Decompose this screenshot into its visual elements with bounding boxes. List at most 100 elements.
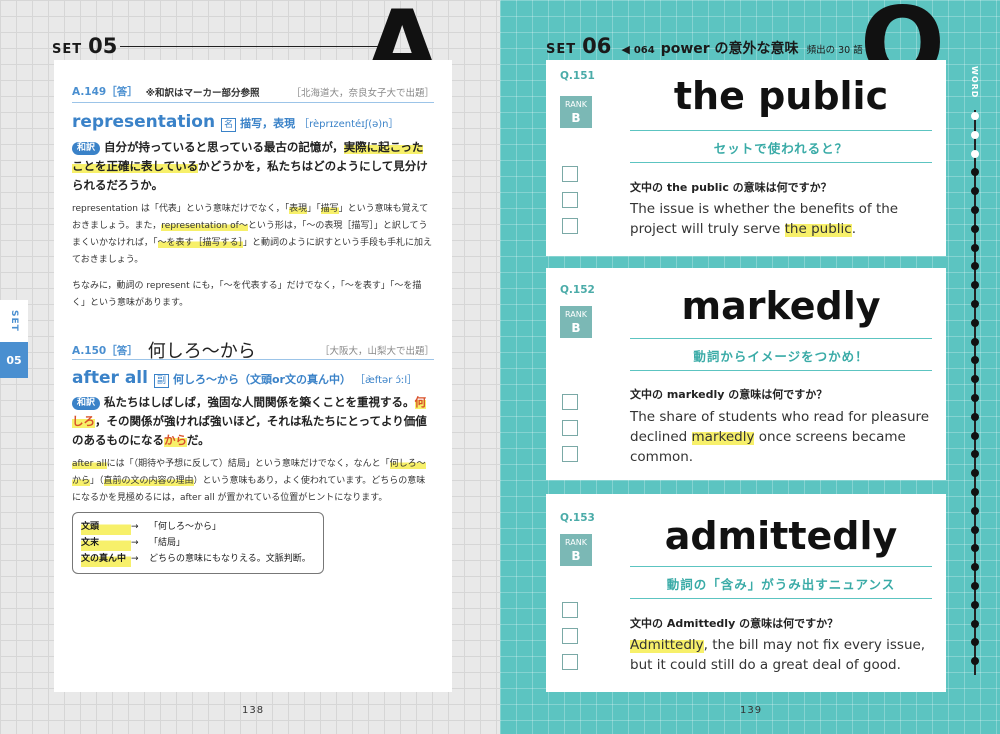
section-title: power の意外な意味 <box>660 41 799 57</box>
check-box[interactable] <box>562 602 578 618</box>
position-table: 文頭 → 「何しろ～から」 文末 → 「結局」 文の真ん中 → どちらの意味にもなりえる。文… <box>72 512 324 574</box>
progress-dot <box>971 112 979 120</box>
part-of-speech: 副 <box>153 374 169 388</box>
question-hint: 動詞からイメージをつかめ！ <box>693 349 869 364</box>
divider <box>630 338 932 339</box>
translation: 和訳 私たちはしばしば，強固な人間関係を築くことを重視する。何しろ，その関係が強け… <box>72 395 427 447</box>
progress-dot <box>971 488 979 496</box>
divider <box>630 370 932 371</box>
rank-badge: RANK B <box>560 306 592 338</box>
question-sentence: Admittedly, the bill may not fix every i… <box>630 637 926 673</box>
headword: after all <box>72 368 148 388</box>
translation-badge: 和訳 <box>72 142 101 155</box>
answer-label: A.150［答］ <box>72 344 138 357</box>
question-number: Q.153 <box>560 512 595 524</box>
question-card: Q.153 RANK B admittedly 動詞の「含み」がうみ出すニュアンス… <box>546 494 946 692</box>
check-box[interactable] <box>562 166 578 182</box>
pronunciation: ［æ̀ftər ɔ́ːl］ <box>354 375 418 386</box>
answer-label: A.149［答］ <box>72 86 138 98</box>
set-tab-number: 05 <box>0 342 28 378</box>
checkbox-group <box>562 394 578 472</box>
set-word: SET <box>546 42 577 57</box>
question-word: markedly <box>681 284 881 328</box>
progress-dot <box>971 130 979 139</box>
progress-dot <box>971 506 979 515</box>
answer-source: ［北海道大，奈良女子大で出題］ <box>291 87 434 99</box>
left-page: SET 05 A SET 05 A.149［答］ ※和訳はマーカー部分参照 ［北… <box>0 0 500 734</box>
check-box[interactable] <box>562 218 578 234</box>
pronunciation: ［rèprɪzentéɪʃ(ə)n］ <box>299 119 399 130</box>
divider <box>630 130 932 131</box>
question-prompt: 文中の Admittedly の意味は何ですか？ <box>630 617 839 630</box>
answer-149-header: A.149［答］ ※和訳はマーカー部分参照 ［北海道大，奈良女子大で出題］ <box>72 84 434 99</box>
translation: 和訳 自分が持っていると思っている最古の記憶が，実際に起こったことを正確に表してい… <box>72 140 428 192</box>
header-rule <box>120 46 380 47</box>
checkbox-group <box>562 166 578 244</box>
check-box[interactable] <box>562 654 578 670</box>
check-box[interactable] <box>562 628 578 644</box>
question-word: admittedly <box>664 514 898 558</box>
divider <box>72 359 434 360</box>
set-number: 05 <box>88 34 118 58</box>
answer-source: ［大阪大，山梨大で出題］ <box>319 346 434 357</box>
translation-badge: 和訳 <box>72 397 101 410</box>
explanation-note: ちなみに，動詞の represent にも，「～を代表する」だけでなく，「～を表… <box>72 281 422 308</box>
question-sentence: The issue is whether the benefits of the… <box>630 201 899 237</box>
set-number: 06 <box>582 34 612 58</box>
table-row: 文頭 → 「何しろ～から」 <box>81 519 315 535</box>
checkbox-group <box>562 602 578 680</box>
headword-meaning: 何しろ～から（文頭or文の真ん中） <box>172 373 351 386</box>
rank-badge: RANK B <box>560 534 592 566</box>
divider <box>630 598 932 599</box>
check-box[interactable] <box>562 394 578 410</box>
question-number: Q.151 <box>560 70 595 82</box>
question-prompt: 文中の the public の意味は何ですか？ <box>630 181 832 194</box>
divider <box>630 566 932 567</box>
progress-dot <box>971 300 979 308</box>
progress-dot <box>971 431 979 440</box>
headword-row: after all 副 何しろ～から（文頭or文の真ん中） ［æ̀ftər ɔ́… <box>72 368 434 388</box>
question-sentence: The share of students who read for pleas… <box>630 409 930 465</box>
page-number-right: 139 <box>740 705 763 716</box>
set-tab-label: SET <box>9 310 19 332</box>
word-side-label: WORD <box>970 66 979 99</box>
progress-dot <box>971 394 979 402</box>
divider <box>72 102 434 103</box>
headword-row: representation 名 描写，表現 ［rèprɪzentéɪʃ(ə)n… <box>72 112 434 132</box>
answer-note: ※和訳はマーカー部分参照 <box>145 87 260 99</box>
headword: representation <box>72 112 216 132</box>
rank-badge: RANK B <box>560 96 592 128</box>
section-subtitle: 頻出の 30 語 <box>806 45 863 56</box>
track-number: 064 <box>633 45 655 56</box>
progress-dot <box>971 525 979 534</box>
question-hint: セットで使われると？ <box>713 141 849 156</box>
divider <box>630 162 932 163</box>
answer-card: A.149［答］ ※和訳はマーカー部分参照 ［北海道大，奈良女子大で出題］ re… <box>54 60 452 692</box>
progress-dot <box>971 318 979 327</box>
part-of-speech: 名 <box>221 118 237 132</box>
speaker-icon[interactable]: ◀ <box>621 43 629 56</box>
set-side-tab[interactable]: SET 05 <box>0 300 28 378</box>
explanation: representation は「代表」という意味だけでなく，「表現」「描写」と… <box>72 204 433 265</box>
progress-dot <box>971 412 979 421</box>
question-card: Q.151 RANK B the public セットで使われると？ 文中の th… <box>546 60 946 256</box>
progress-dot <box>971 206 979 214</box>
table-row: 文末 → 「結局」 <box>81 535 315 551</box>
question-number: Q.152 <box>560 284 595 296</box>
progress-dot <box>971 600 979 609</box>
check-box[interactable] <box>562 420 578 436</box>
progress-dot <box>971 149 979 158</box>
left-set-header: SET 05 <box>52 34 117 58</box>
question-hint: 動詞の「含み」がうみ出すニュアンス <box>666 577 896 592</box>
progress-dot <box>971 582 979 590</box>
check-box[interactable] <box>562 192 578 208</box>
progress-dot <box>971 243 979 252</box>
question-word: the public <box>673 74 889 118</box>
progress-dot <box>971 224 979 233</box>
check-box[interactable] <box>562 446 578 462</box>
question-prompt: 文中の markedly の意味は何ですか？ <box>630 388 828 401</box>
headword-meaning: 描写，表現 <box>240 117 296 130</box>
question-card: Q.152 RANK B markedly 動詞からイメージをつかめ！ 文中の m… <box>546 268 946 480</box>
table-row: 文の真ん中 → どちらの意味にもなりえる。文脈判断。 <box>81 551 315 567</box>
right-set-header: SET 06 ◀ 064 power の意外な意味 頻出の 30 語 <box>546 34 863 58</box>
